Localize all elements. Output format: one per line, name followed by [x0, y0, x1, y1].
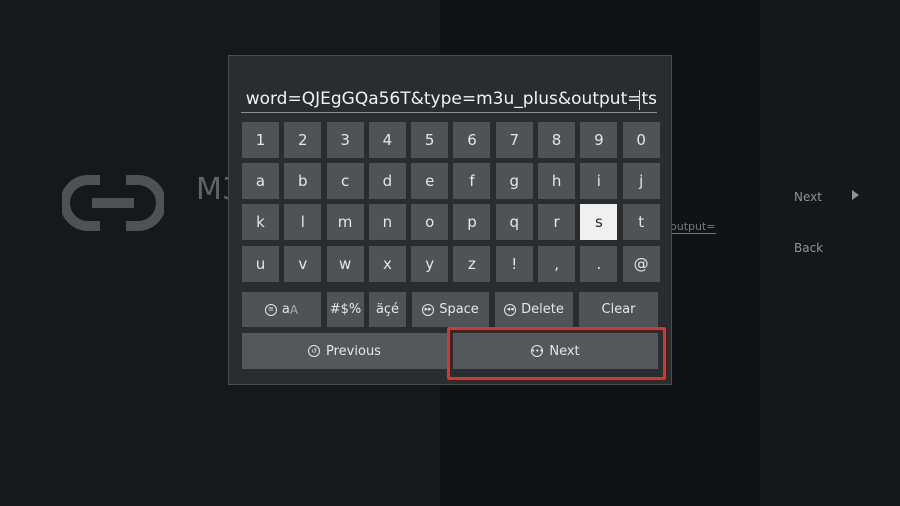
key-7[interactable]: 7 [495, 122, 533, 158]
key-o[interactable]: o [411, 204, 449, 241]
key-v[interactable]: v [284, 245, 322, 282]
background-url-field: output=ts [670, 220, 716, 234]
text-entry-value: word=QJEgGQa56T&type=m3u_plus&output=ts [245, 89, 657, 109]
symbols-key[interactable]: #$% [327, 292, 364, 327]
background-side-panel [760, 0, 900, 506]
menu-icon: ≡ [264, 303, 277, 316]
key-a[interactable]: a [242, 163, 279, 200]
key-8[interactable]: 8 [538, 122, 576, 158]
key-3[interactable]: 3 [326, 122, 364, 158]
key-g[interactable]: g [495, 163, 533, 200]
key-y[interactable]: y [411, 245, 449, 282]
key-t[interactable]: t [622, 204, 660, 241]
previous-label: Previous [326, 343, 381, 359]
key-symbol-9[interactable]: @ [622, 245, 660, 282]
case-toggle-key[interactable]: ≡ aA [242, 292, 321, 327]
next-button-highlight [447, 327, 666, 380]
key-symbol-8[interactable]: . [580, 245, 618, 282]
key-4[interactable]: 4 [368, 122, 406, 158]
chevron-right-icon [852, 190, 859, 200]
key-5[interactable]: 5 [411, 122, 449, 158]
key-0[interactable]: 0 [622, 122, 660, 158]
link-icon [62, 175, 164, 231]
case-upper-label: A [289, 302, 299, 317]
key-symbol-7[interactable]: , [538, 245, 576, 282]
clear-key[interactable]: Clear [579, 292, 658, 327]
key-f[interactable]: f [453, 163, 491, 200]
key-z[interactable]: z [453, 245, 491, 282]
symbols-label: #$% [329, 302, 362, 317]
back-icon: ↺ [308, 345, 321, 357]
key-symbol-6[interactable]: ! [495, 245, 533, 282]
key-n[interactable]: n [368, 204, 406, 241]
key-h[interactable]: h [538, 163, 576, 200]
key-6[interactable]: 6 [453, 122, 491, 158]
key-u[interactable]: u [242, 245, 279, 282]
accents-key[interactable]: äçé [369, 292, 406, 327]
clear-label: Clear [601, 302, 636, 317]
key-e[interactable]: e [411, 163, 449, 200]
case-lower-label: a [281, 302, 290, 317]
key-b[interactable]: b [284, 163, 322, 200]
key-q[interactable]: q [495, 204, 533, 241]
space-label: Space [439, 302, 479, 317]
rewind-icon: ◂◂ [504, 303, 517, 316]
key-i[interactable]: i [580, 163, 618, 200]
key-d[interactable]: d [368, 163, 406, 200]
side-menu-next[interactable]: Next [794, 190, 822, 204]
key-w[interactable]: w [326, 245, 364, 282]
key-r[interactable]: r [538, 204, 576, 241]
key-s[interactable]: s [580, 204, 618, 241]
text-cursor [639, 90, 640, 110]
key-j[interactable]: j [622, 163, 660, 200]
key-1[interactable]: 1 [242, 122, 279, 158]
key-c[interactable]: c [326, 163, 364, 200]
key-grid: 1 2 3 4 5 6 7 8 9 0 a b c d e f g h i j k l m n o p q r s t u v w x y z!,. @ [242, 122, 660, 282]
key-l[interactable]: l [284, 204, 322, 241]
accents-label: äçé [375, 302, 400, 317]
space-key[interactable]: ▸▸ Space [412, 292, 489, 327]
key-m[interactable]: m [326, 204, 364, 241]
text-entry-field[interactable]: word=QJEgGQa56T&type=m3u_plus&output=ts [241, 88, 657, 113]
key-9[interactable]: 9 [580, 122, 618, 158]
side-menu-back[interactable]: Back [794, 241, 823, 255]
previous-button[interactable]: ↺ Previous [242, 333, 447, 369]
key-p[interactable]: p [453, 204, 491, 241]
key-2[interactable]: 2 [284, 122, 322, 158]
key-x[interactable]: x [368, 245, 406, 282]
key-k[interactable]: k [242, 204, 279, 241]
fast-forward-icon: ▸▸ [422, 303, 435, 316]
delete-label: Delete [521, 302, 564, 317]
delete-key[interactable]: ◂◂ Delete [495, 292, 573, 327]
